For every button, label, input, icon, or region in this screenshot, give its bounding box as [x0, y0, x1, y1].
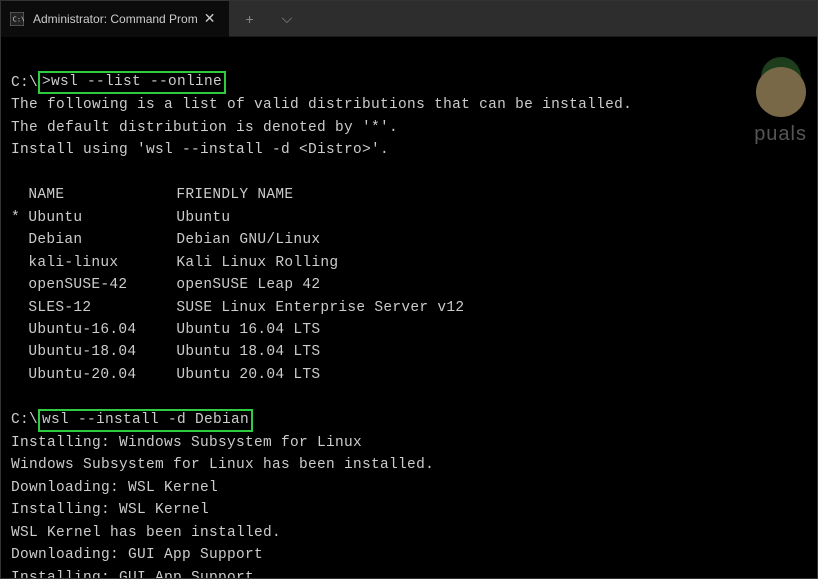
terminal-line [11, 162, 807, 184]
cmd-icon: C:\ [9, 11, 25, 27]
prompt-line-1: C:\>wsl --list --online [11, 71, 807, 94]
highlighted-command-1: >wsl --list --online [38, 71, 226, 94]
terminal-line: The following is a list of valid distrib… [11, 94, 807, 116]
header-name: NAME [28, 184, 176, 206]
terminal-line: Installing: GUI App Support [11, 567, 807, 578]
dist-row: openSUSE-42openSUSE Leap 42 [11, 274, 807, 296]
dist-friendly: Ubuntu 16.04 LTS [176, 319, 807, 341]
dist-name: SLES-12 [28, 297, 176, 319]
terminal-output[interactable]: puals C:\>wsl --list --online The follow… [1, 37, 817, 578]
terminal-line [11, 49, 807, 71]
dist-name: Ubuntu-18.04 [28, 341, 176, 363]
dist-name: kali-linux [28, 252, 176, 274]
prompt-prefix: C:\ [11, 72, 38, 94]
dist-friendly: SUSE Linux Enterprise Server v12 [176, 297, 807, 319]
tab-title: Administrator: Command Prom [33, 12, 198, 26]
dist-name: Debian [28, 229, 176, 251]
dist-header: NAME FRIENDLY NAME [11, 184, 807, 206]
dist-row: kali-linuxKali Linux Rolling [11, 252, 807, 274]
terminal-window: C:\ Administrator: Command Prom ✕ + ⌵ pu… [0, 0, 818, 579]
terminal-line: Installing: Windows Subsystem for Linux [11, 432, 807, 454]
dist-friendly: Ubuntu 18.04 LTS [176, 341, 807, 363]
tab-dropdown-button[interactable]: ⌵ [270, 6, 305, 31]
dist-friendly: Debian GNU/Linux [176, 229, 807, 251]
new-tab-button[interactable]: + [233, 7, 265, 31]
prompt-line-2: C:\wsl --install -d Debian [11, 409, 807, 432]
terminal-line: Windows Subsystem for Linux has been ins… [11, 454, 807, 476]
terminal-line: Installing: WSL Kernel [11, 499, 807, 521]
header-friendly: FRIENDLY NAME [176, 184, 807, 206]
distribution-list: * UbuntuUbuntu DebianDebian GNU/Linux ka… [11, 207, 807, 387]
dist-name: Ubuntu-16.04 [28, 319, 176, 341]
install-output: Installing: Windows Subsystem for LinuxW… [11, 432, 807, 578]
dist-name: Ubuntu [28, 207, 176, 229]
dist-name: openSUSE-42 [28, 274, 176, 296]
terminal-line: Install using 'wsl --install -d <Distro>… [11, 139, 807, 161]
terminal-line: The default distribution is denoted by '… [11, 117, 807, 139]
dist-name: Ubuntu-20.04 [28, 364, 176, 386]
titlebar: C:\ Administrator: Command Prom ✕ + ⌵ [1, 1, 817, 37]
close-icon[interactable]: ✕ [198, 8, 222, 29]
dist-friendly: Kali Linux Rolling [176, 252, 807, 274]
svg-text:C:\: C:\ [13, 15, 24, 23]
terminal-line: WSL Kernel has been installed. [11, 522, 807, 544]
highlighted-command-2: wsl --install -d Debian [38, 409, 253, 432]
titlebar-actions: + ⌵ [229, 6, 304, 31]
dist-row: * UbuntuUbuntu [11, 207, 807, 229]
dist-row: SLES-12SUSE Linux Enterprise Server v12 [11, 297, 807, 319]
terminal-line: Downloading: GUI App Support [11, 544, 807, 566]
dist-friendly: openSUSE Leap 42 [176, 274, 807, 296]
terminal-tab[interactable]: C:\ Administrator: Command Prom ✕ [1, 1, 229, 37]
terminal-line: Downloading: WSL Kernel [11, 477, 807, 499]
dist-friendly: Ubuntu 20.04 LTS [176, 364, 807, 386]
dist-row: DebianDebian GNU/Linux [11, 229, 807, 251]
dist-row: Ubuntu-18.04Ubuntu 18.04 LTS [11, 341, 807, 363]
dist-row: Ubuntu-20.04Ubuntu 20.04 LTS [11, 364, 807, 386]
dist-row: Ubuntu-16.04Ubuntu 16.04 LTS [11, 319, 807, 341]
dist-friendly: Ubuntu [176, 207, 807, 229]
prompt-prefix: C:\ [11, 409, 38, 431]
terminal-line [11, 386, 807, 408]
